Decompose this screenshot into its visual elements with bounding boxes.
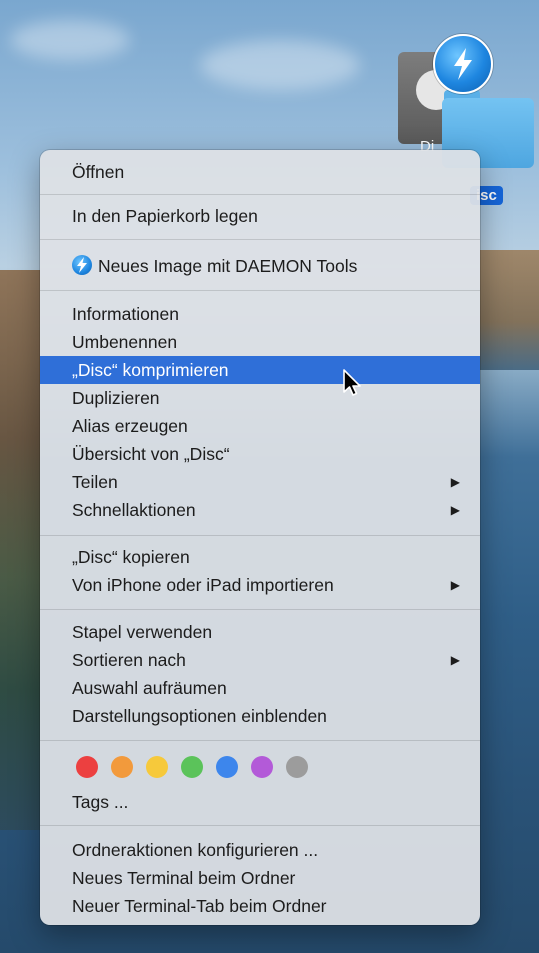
menu-item-clean-up[interactable]: Auswahl aufräumen (40, 674, 480, 702)
menu-item-rename[interactable]: Umbenennen (40, 328, 480, 356)
menu-item-import-from-iphone[interactable]: Von iPhone oder iPad importieren ▶ (40, 571, 480, 599)
menu-item-quick-look[interactable]: Übersicht von „Disc“ (40, 440, 480, 468)
menu-item-folder-actions[interactable]: Ordneraktionen konfigurieren ... (40, 836, 480, 864)
menu-item-share[interactable]: Teilen ▶ (40, 468, 480, 496)
menu-item-view-options[interactable]: Darstellungsoptionen einblenden (40, 702, 480, 730)
daemon-tools-icon (72, 255, 92, 275)
menu-item-import-label: Von iPhone oder iPad importieren (72, 575, 334, 595)
submenu-arrow-icon: ▶ (450, 503, 460, 517)
cloud (200, 40, 360, 90)
submenu-arrow-icon: ▶ (450, 578, 460, 592)
separator (40, 740, 480, 741)
tag-color-dot[interactable] (216, 756, 238, 778)
tag-color-dot[interactable] (146, 756, 168, 778)
menu-item-quick-actions[interactable]: Schnellaktionen ▶ (40, 496, 480, 524)
menu-item-make-alias[interactable]: Alias erzeugen (40, 412, 480, 440)
menu-item-duplicate[interactable]: Duplizieren (40, 384, 480, 412)
separator (40, 290, 480, 291)
menu-item-trash[interactable]: In den Papierkorb legen (40, 202, 480, 230)
menu-item-new-terminal-tab[interactable]: Neuer Terminal-Tab beim Ordner (40, 892, 480, 920)
separator (40, 194, 480, 195)
tag-color-dot[interactable] (111, 756, 133, 778)
menu-item-share-label: Teilen (72, 472, 118, 492)
menu-item-info[interactable]: Informationen (40, 300, 480, 328)
menu-item-quick-actions-label: Schnellaktionen (72, 500, 196, 520)
menu-item-daemon-label: Neues Image mit DAEMON Tools (98, 256, 358, 276)
menu-item-daemon-tools[interactable]: Neues Image mit DAEMON Tools (40, 252, 480, 280)
menu-item-copy[interactable]: „Disc“ kopieren (40, 543, 480, 571)
menu-item-open[interactable]: Öffnen (40, 158, 480, 186)
submenu-arrow-icon: ▶ (450, 475, 460, 489)
mouse-cursor-icon (343, 369, 361, 396)
menu-item-new-terminal[interactable]: Neues Terminal beim Ordner (40, 864, 480, 892)
context-menu: Öffnen In den Papierkorb legen Neues Ima… (40, 150, 480, 925)
menu-item-compress[interactable]: „Disc“ komprimieren (40, 356, 480, 384)
tag-color-dot[interactable] (181, 756, 203, 778)
submenu-arrow-icon: ▶ (450, 653, 460, 667)
menu-item-use-stacks[interactable]: Stapel verwenden (40, 618, 480, 646)
menu-item-sort-by[interactable]: Sortieren nach ▶ (40, 646, 480, 674)
menu-item-tags[interactable]: Tags ... (40, 788, 480, 816)
tag-color-dot[interactable] (286, 756, 308, 778)
daemon-tools-icon (433, 34, 493, 94)
cloud (10, 20, 130, 60)
menu-item-sort-by-label: Sortieren nach (72, 650, 186, 670)
separator (40, 825, 480, 826)
separator (40, 609, 480, 610)
separator (40, 239, 480, 240)
tag-color-dot[interactable] (76, 756, 98, 778)
separator (40, 535, 480, 536)
cliff-left (0, 270, 40, 830)
cliff-right (480, 250, 539, 370)
tag-color-dot[interactable] (251, 756, 273, 778)
